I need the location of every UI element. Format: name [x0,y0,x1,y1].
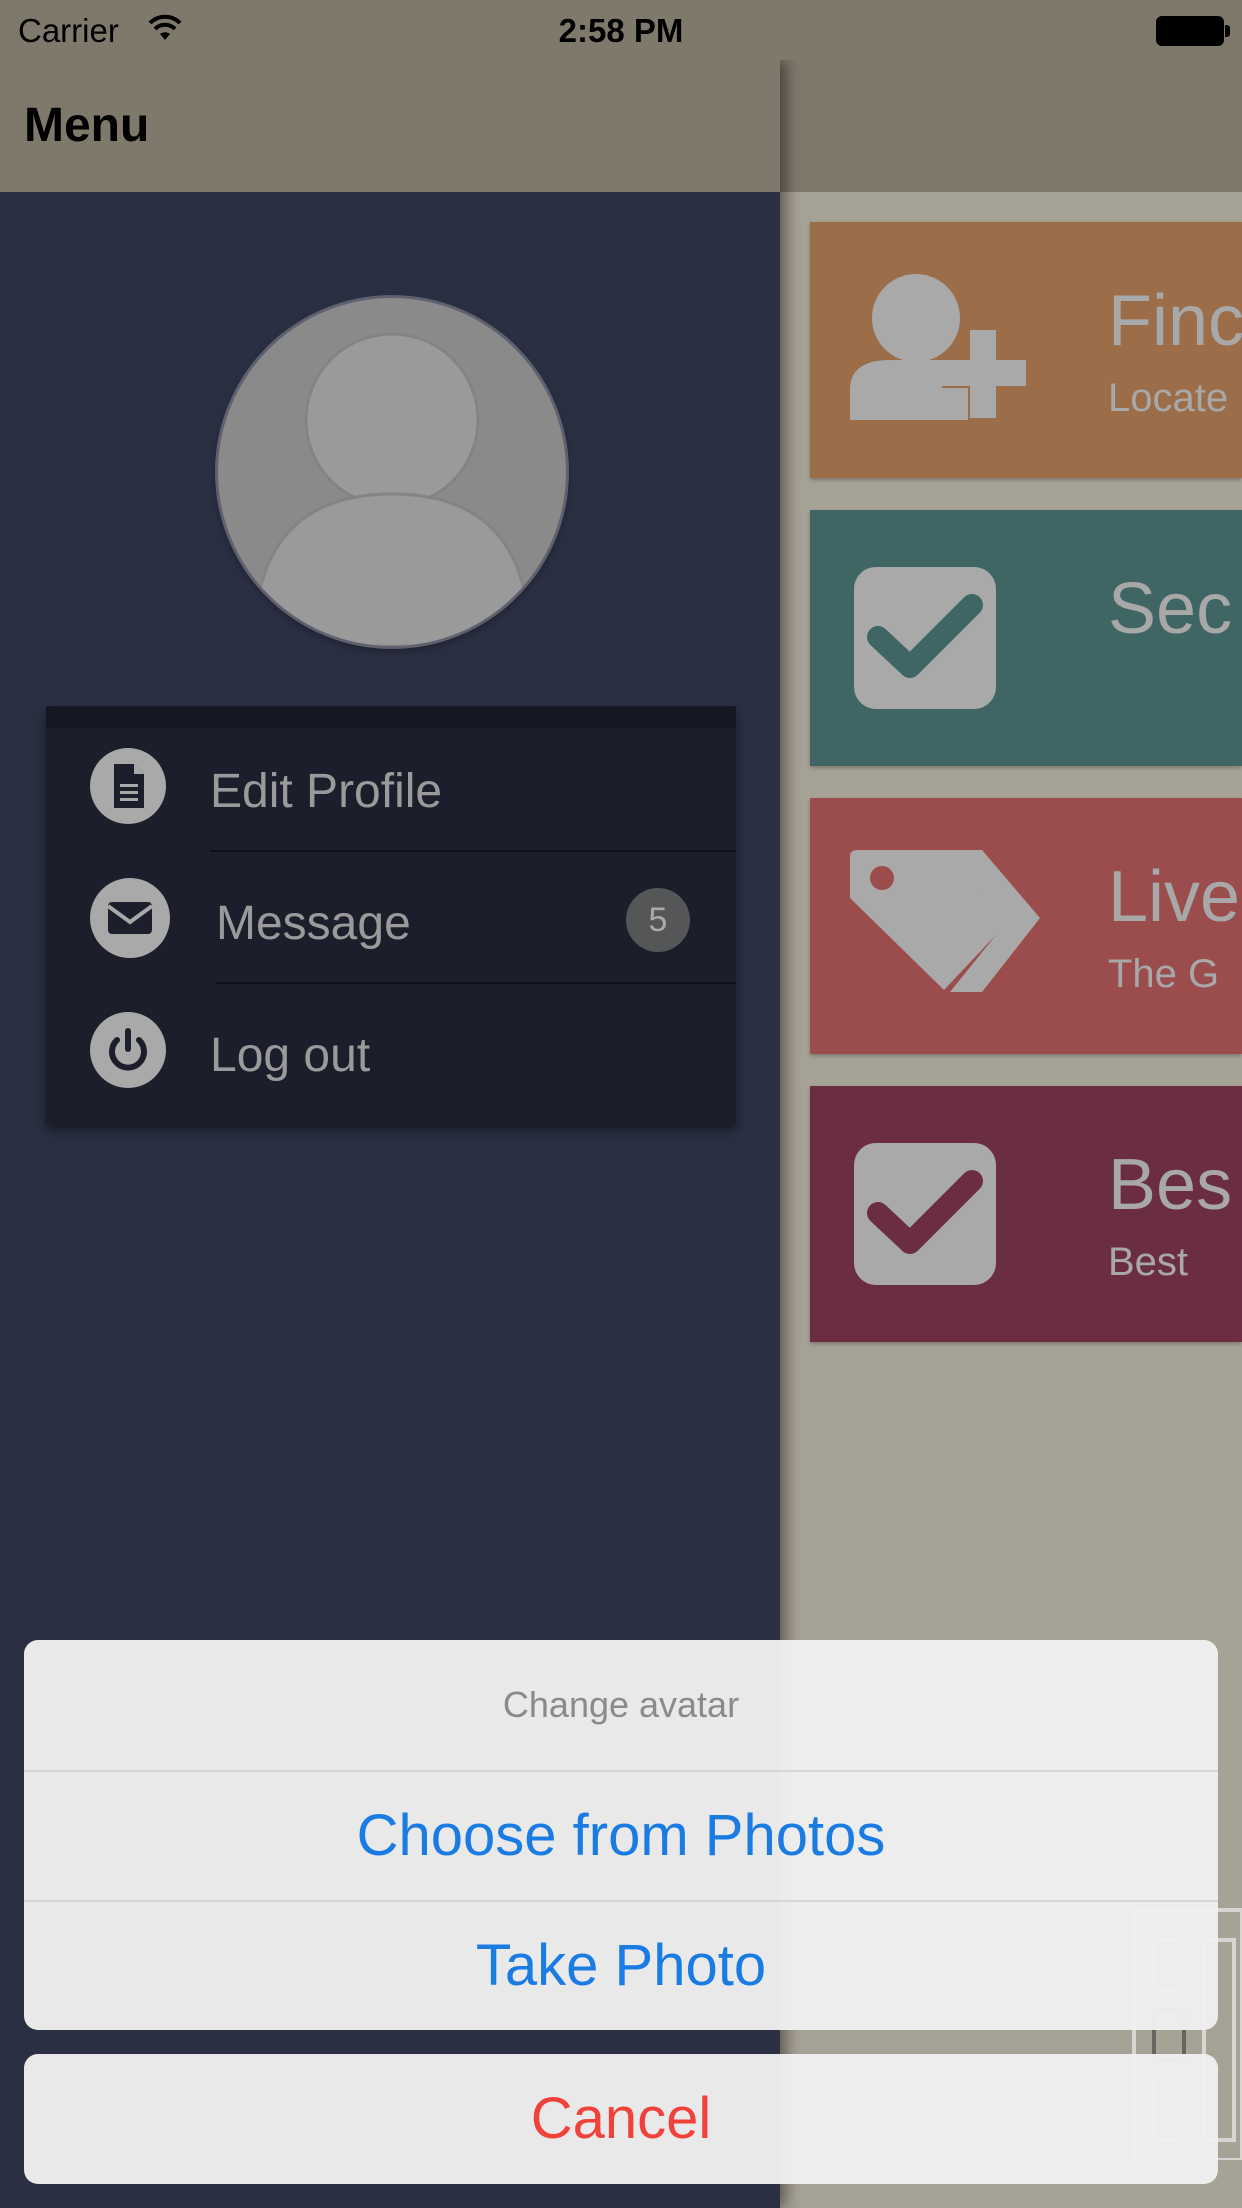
tile-sec[interactable]: Sec [810,510,1242,766]
tile-subtitle: The G [1108,952,1220,996]
take-photo-button[interactable]: Take Photo [24,1902,1218,2030]
person-icon [252,332,532,646]
profile-menu-list: Edit Profile Message 5 Log out [46,706,736,1124]
checkbox-icon [854,1143,996,1285]
menu-item-edit-profile[interactable]: Edit Profile [46,720,736,852]
tile-title: Sec [1108,569,1233,649]
menu-item-logout[interactable]: Log out [46,984,736,1116]
choose-from-photos-button[interactable]: Choose from Photos [24,1772,1218,1902]
menu-item-label: Edit Profile [210,765,443,818]
menu-item-message[interactable]: Message 5 [46,852,736,984]
envelope-icon [90,878,170,958]
tile-title: Bes [1108,1145,1233,1225]
action-sheet: Change avatar Choose from Photos Take Ph… [24,1640,1218,2030]
tile-subtitle: Locate [1108,376,1229,420]
clock: 2:58 PM [558,12,684,49]
menu-item-label: Message [216,897,411,950]
checkbox-icon [854,567,996,709]
main-nav-bar [780,60,1242,192]
tile-subtitle: Best [1108,1240,1189,1284]
action-sheet-title: Change avatar [24,1640,1218,1772]
cancel-button[interactable]: Cancel [24,2054,1218,2184]
avatar[interactable] [218,298,566,646]
menu-title: Menu [24,99,150,152]
message-count-badge: 5 [626,888,690,952]
tile-find[interactable]: Finc Locate [810,222,1242,478]
menu-header: Menu [0,60,780,192]
status-bar: Carrier 2:58 PM [0,0,1242,60]
tile-live[interactable]: Live The G [810,798,1242,1054]
tile-title: Finc [1108,281,1242,361]
action-sheet-cancel-group: Cancel [24,2054,1218,2184]
menu-item-label: Log out [210,1029,371,1082]
add-user-icon [850,272,1026,422]
document-icon [90,748,166,824]
battery-icon [1156,16,1230,46]
tile-best[interactable]: Bes Best [810,1086,1242,1342]
power-icon [90,1012,166,1088]
tags-icon [850,848,1040,998]
tile-title: Live [1108,857,1241,937]
